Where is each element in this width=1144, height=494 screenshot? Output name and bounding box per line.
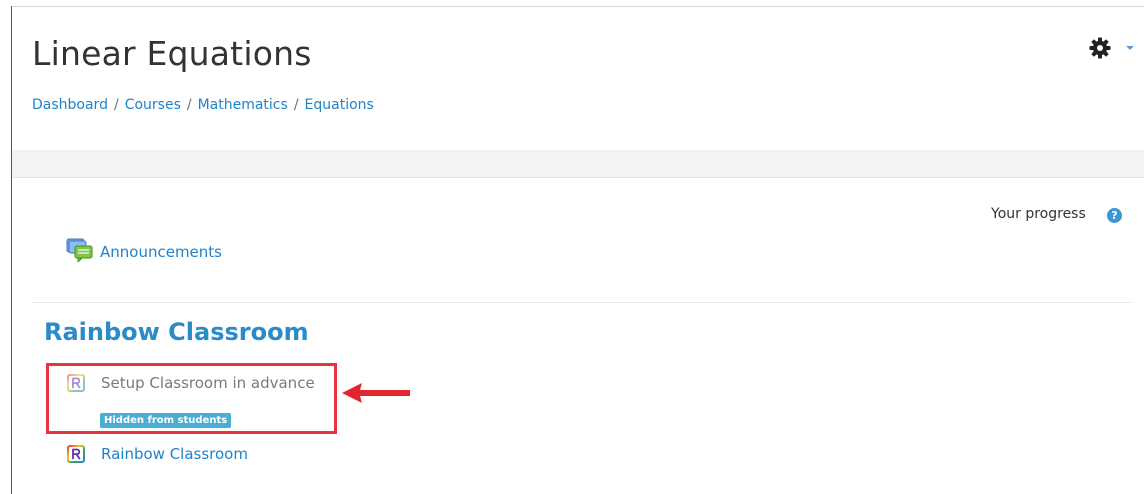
gear-icon [1089, 37, 1111, 59]
breadcrumb-dashboard[interactable]: Dashboard [32, 97, 108, 113]
highlight-annotation-box [46, 363, 337, 434]
forum-icon [66, 238, 93, 262]
rainbow-r-icon [67, 445, 85, 463]
breadcrumb-separator: / [113, 97, 119, 113]
help-icon[interactable]: ? [1107, 208, 1122, 223]
breadcrumb: Dashboard / Courses / Mathematics / Equations [32, 97, 374, 113]
breadcrumb-separator: / [186, 97, 192, 113]
page-title: Linear Equations [32, 34, 312, 73]
frame-left-border [11, 6, 12, 494]
frame-top-border [11, 6, 1144, 7]
arrow-left-icon [342, 383, 410, 403]
chevron-down-icon [1126, 46, 1134, 50]
breadcrumb-equations[interactable]: Equations [305, 97, 374, 113]
section-title[interactable]: Rainbow Classroom [44, 318, 309, 346]
secondary-navbar [12, 150, 1144, 178]
section-divider [32, 302, 1132, 303]
breadcrumb-courses[interactable]: Courses [125, 97, 181, 113]
activity-rainbow-classroom-link[interactable]: Rainbow Classroom [101, 445, 248, 463]
breadcrumb-mathematics[interactable]: Mathematics [198, 97, 288, 113]
progress-label: Your progress [991, 206, 1086, 222]
announcements-link[interactable]: Announcements [100, 243, 222, 261]
settings-menu-button[interactable] [1088, 36, 1134, 62]
breadcrumb-separator: / [293, 97, 299, 113]
